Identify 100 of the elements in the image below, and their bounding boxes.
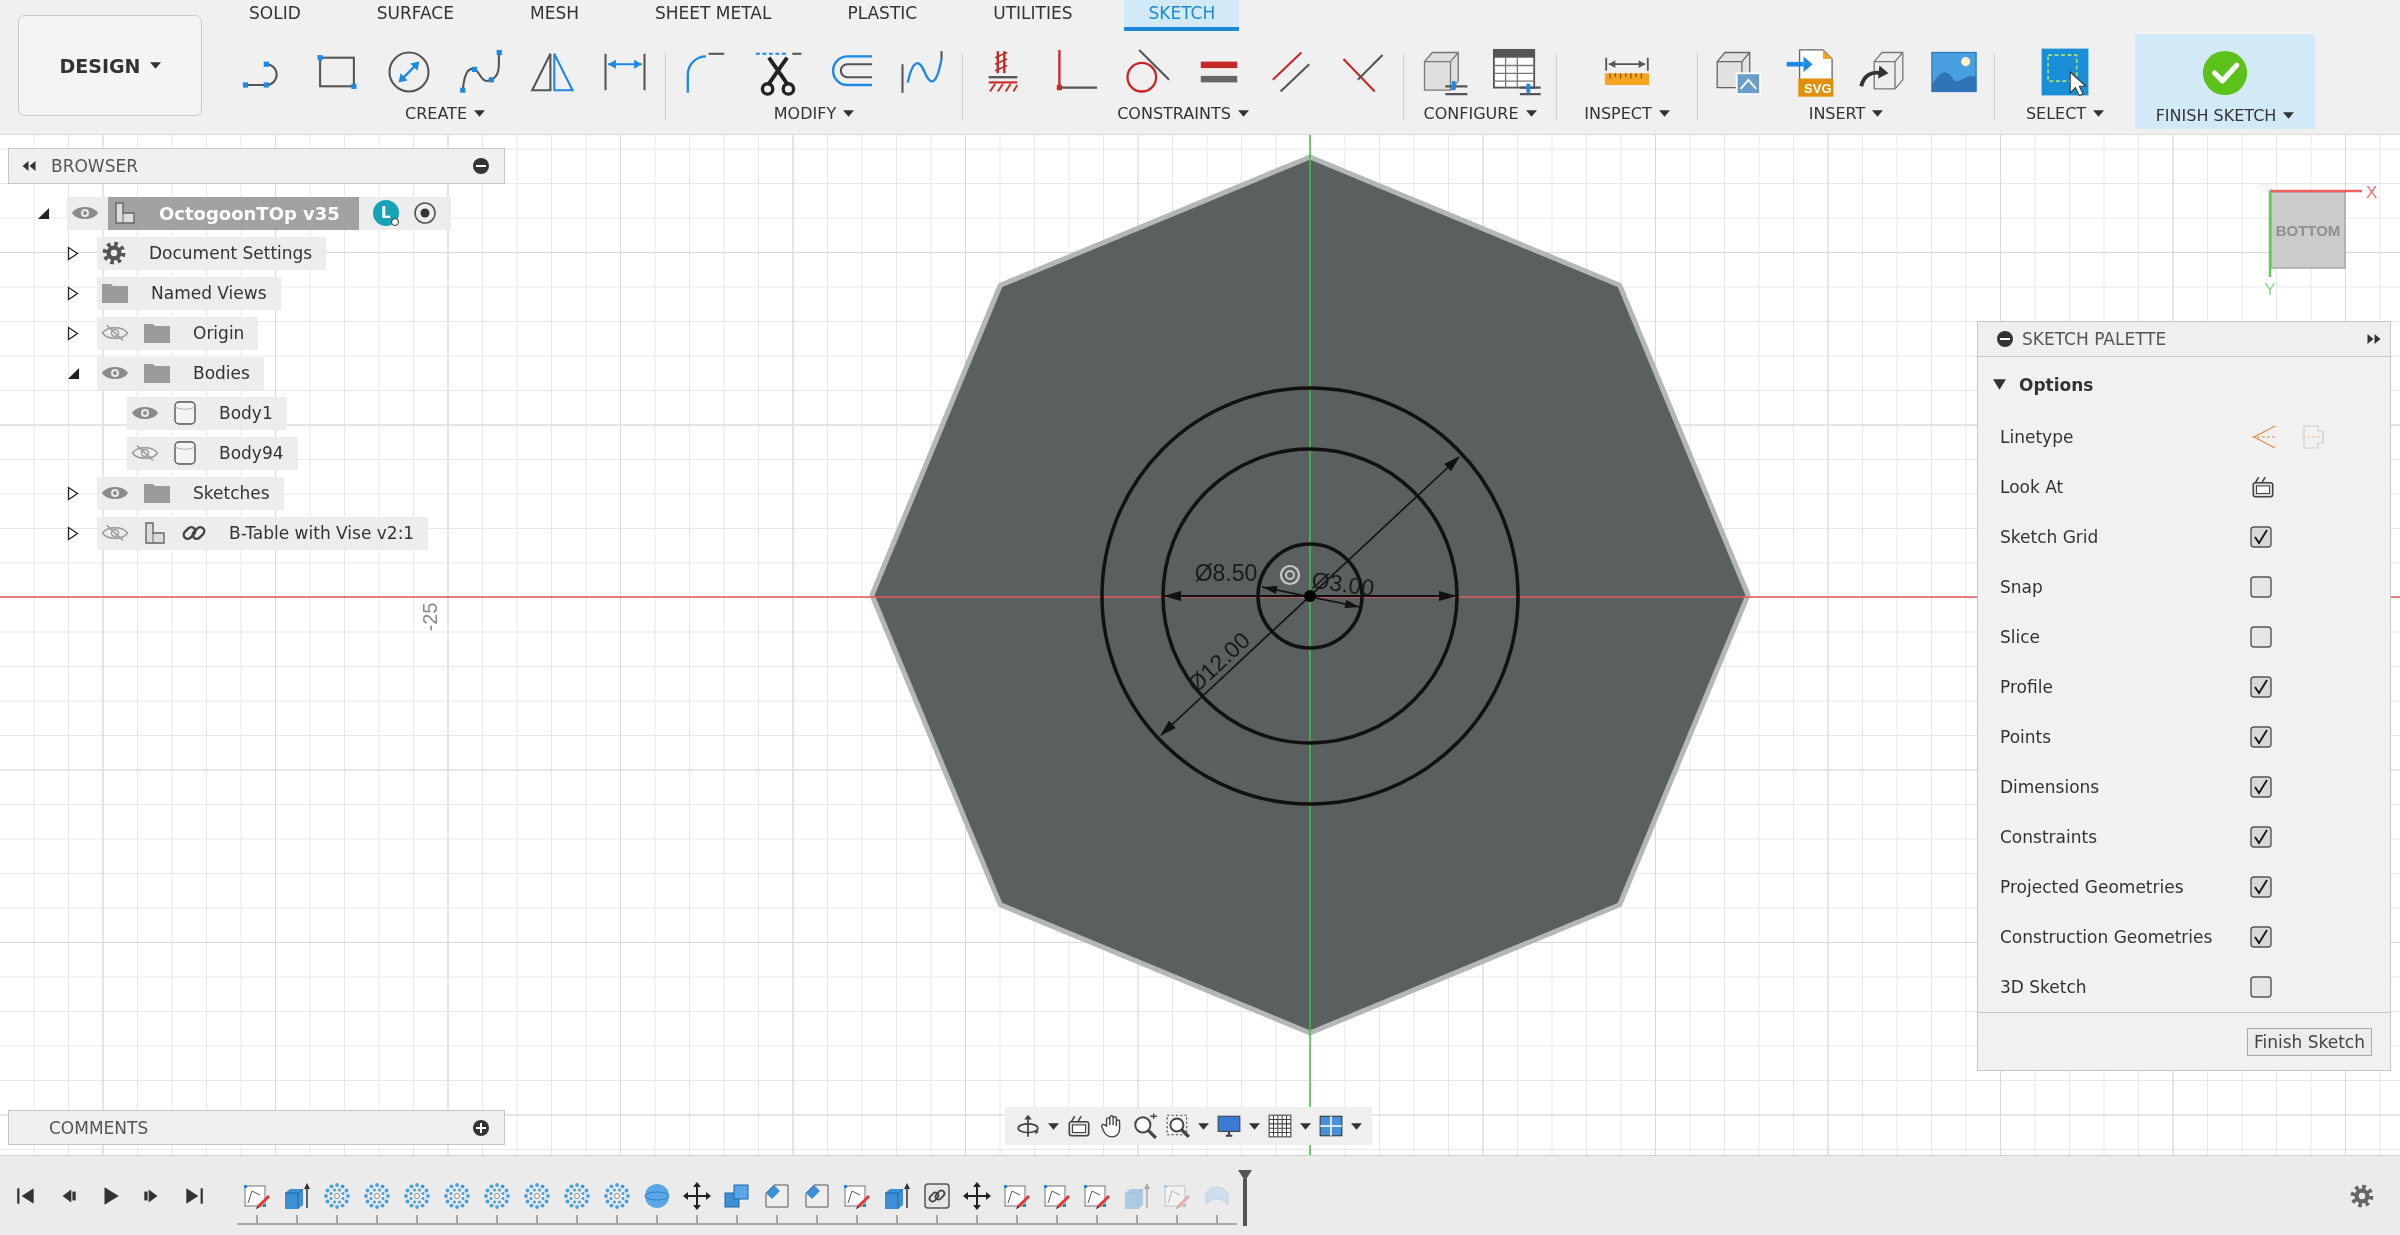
dot-ring-icon[interactable] xyxy=(482,1181,512,1211)
tree-item[interactable]: Document Settings xyxy=(97,236,327,270)
extrude-cube-icon[interactable] xyxy=(282,1181,312,1211)
caret-icon xyxy=(1237,109,1249,117)
eye-icon[interactable] xyxy=(101,484,129,502)
toolbar-menu-button[interactable]: MODIFY xyxy=(769,101,859,125)
eye-icon[interactable] xyxy=(101,364,129,382)
checkbox[interactable] xyxy=(2250,976,2272,998)
look-at-icon[interactable] xyxy=(2250,474,2276,500)
checkbox[interactable] xyxy=(2250,776,2272,798)
toolbar-menu-button[interactable]: CONSTRAINTS xyxy=(1113,101,1253,125)
chamfer-block-icon[interactable] xyxy=(762,1181,792,1211)
toolbar-menu-button[interactable]: CONFIGURE xyxy=(1419,101,1541,125)
chain-link-icon[interactable] xyxy=(922,1181,952,1211)
tree-item[interactable]: B-Table with Vise v2:1 xyxy=(97,516,429,550)
panel-title: BROWSER xyxy=(51,156,139,176)
checkbox[interactable] xyxy=(2250,526,2272,548)
look-at-icon[interactable] xyxy=(1066,1113,1092,1139)
item-label: Document Settings xyxy=(149,243,313,263)
tree-toggle-icon[interactable] xyxy=(66,366,80,380)
option-label: Projected Geometries xyxy=(2000,877,2185,897)
caret-icon xyxy=(1300,1122,1311,1130)
toolbar-tab[interactable]: SOLID xyxy=(225,0,325,31)
toolbar-menu-button[interactable]: FINISH SKETCH xyxy=(2151,103,2299,127)
dot-ring-icon[interactable] xyxy=(442,1181,472,1211)
tree-item[interactable]: Body94 xyxy=(127,436,298,470)
eye-icon[interactable] xyxy=(131,404,159,422)
tree-toggle-icon[interactable] xyxy=(67,285,79,301)
radio-button[interactable] xyxy=(412,201,437,225)
tree-toggle-icon[interactable] xyxy=(36,206,50,220)
tree-toggle-icon[interactable] xyxy=(67,525,79,541)
extrude-cube-icon[interactable] xyxy=(882,1181,912,1211)
toolbar-tab[interactable]: SURFACE xyxy=(352,0,478,31)
item-label: Sketches xyxy=(193,483,270,503)
sphere-icon[interactable] xyxy=(642,1181,672,1211)
minimize-icon[interactable] xyxy=(472,157,490,175)
eye-icon[interactable] xyxy=(71,204,99,222)
tree-toggle-icon[interactable] xyxy=(67,485,79,501)
option-label: Linetype xyxy=(2000,427,2075,447)
toolbar-tab[interactable]: UTILITIES xyxy=(969,0,1097,31)
toolbar-tab[interactable]: SHEET METAL xyxy=(630,0,796,31)
comments-panel[interactable]: COMMENTS xyxy=(8,1110,505,1145)
checkbox[interactable] xyxy=(2250,726,2272,748)
checkbox[interactable] xyxy=(2250,926,2272,948)
sketch-circle[interactable] xyxy=(1100,386,1520,806)
gear-icon xyxy=(101,240,127,266)
finish-button[interactable]: Finish Sketch xyxy=(2246,1028,2372,1056)
concentric-constraint-icon[interactable] xyxy=(1279,564,1301,586)
canvas-grid[interactable] xyxy=(0,135,2400,1155)
dot-ring-icon[interactable] xyxy=(602,1181,632,1211)
settings-icon[interactable] xyxy=(2349,1182,2375,1209)
dot-ring-icon[interactable] xyxy=(322,1181,352,1211)
double-arrow-icon[interactable] xyxy=(2366,332,2382,346)
toolbar-tab[interactable]: MESH xyxy=(505,0,603,31)
chamfer-block-icon[interactable] xyxy=(802,1181,832,1211)
caret-icon xyxy=(1198,1122,1209,1130)
panel-title: SKETCH PALETTE xyxy=(2022,329,2168,349)
option-label: Slice xyxy=(2000,627,2042,647)
zoom-icon[interactable] xyxy=(1132,1113,1158,1139)
toolbar-tab[interactable]: PLASTIC xyxy=(823,0,942,31)
add-icon[interactable] xyxy=(472,1118,490,1137)
move-arrows-icon[interactable] xyxy=(682,1181,712,1211)
dot-ring-icon[interactable] xyxy=(562,1181,592,1211)
timeline-marker[interactable] xyxy=(1237,1169,1253,1227)
move-arrows-icon[interactable] xyxy=(962,1181,992,1211)
caret-icon xyxy=(1351,1122,1362,1130)
dot-ring-icon[interactable] xyxy=(402,1181,432,1211)
checkbox[interactable] xyxy=(2250,876,2272,898)
monitor-icon[interactable] xyxy=(1216,1113,1242,1139)
grid-icon[interactable] xyxy=(1267,1113,1293,1139)
collapse-panel-icon[interactable] xyxy=(21,159,37,173)
item-label: Bodies xyxy=(193,363,250,383)
tree-toggle-icon[interactable] xyxy=(67,245,79,261)
toolbar-menu-button[interactable]: CREATE xyxy=(401,101,489,125)
viewports-icon[interactable] xyxy=(1318,1113,1344,1139)
toolbar-menu-button[interactable]: INSPECT xyxy=(1580,101,1674,125)
toolbar-menu-button[interactable]: SELECT xyxy=(2021,101,2109,125)
dot-ring-icon[interactable] xyxy=(362,1181,392,1211)
combine-cubes-icon[interactable] xyxy=(722,1181,752,1211)
workspace-menu-button[interactable]: DESIGN xyxy=(18,15,202,116)
zoom-window-icon[interactable] xyxy=(1165,1113,1191,1139)
tree-item[interactable]: Bodies xyxy=(97,356,264,390)
section-title: Options xyxy=(2019,374,2094,395)
toolbar-menu-button[interactable]: INSERT xyxy=(1804,101,1888,125)
tree-item[interactable]: Named Views xyxy=(97,276,281,310)
tree-toggle-icon[interactable] xyxy=(67,325,79,341)
checkbox[interactable] xyxy=(2250,626,2272,648)
orbit-icon[interactable] xyxy=(1015,1113,1041,1139)
checkbox[interactable] xyxy=(2250,676,2272,698)
tree-item[interactable]: Body1 xyxy=(127,396,287,430)
section-triangle-icon[interactable] xyxy=(1992,378,2007,391)
caret-icon xyxy=(149,62,161,69)
dot-ring-icon[interactable] xyxy=(522,1181,552,1211)
option-label: 3D Sketch xyxy=(2000,977,2088,997)
checkbox[interactable] xyxy=(2250,826,2272,848)
minimize-icon[interactable] xyxy=(1996,330,2014,348)
tree-item[interactable]: Sketches xyxy=(97,476,284,510)
tree-item[interactable]: Origin xyxy=(97,316,259,350)
folder-icon xyxy=(143,322,171,344)
checkbox[interactable] xyxy=(2250,576,2272,598)
